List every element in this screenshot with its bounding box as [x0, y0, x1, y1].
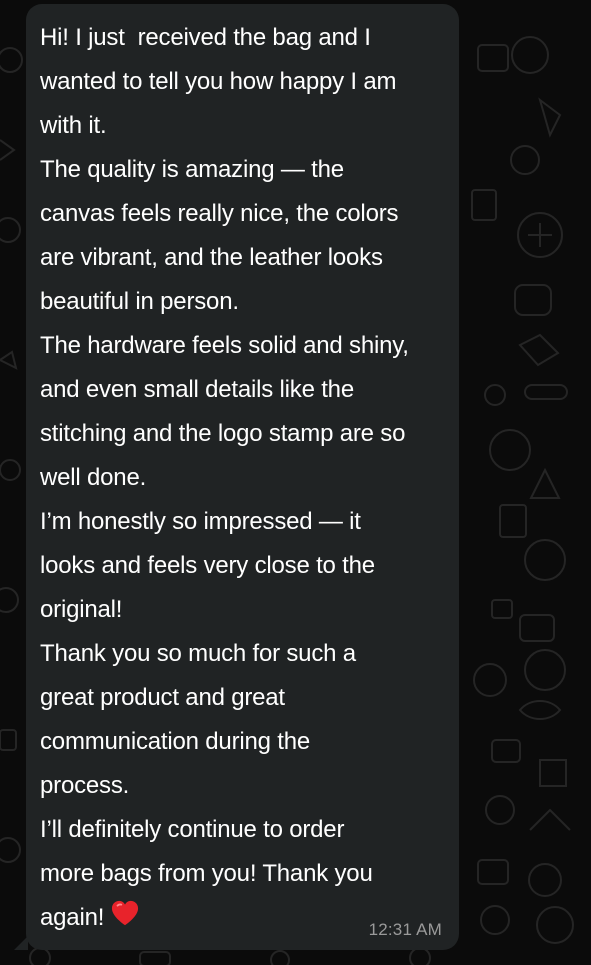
- message-line-text: again!: [40, 904, 105, 931]
- message-line: The hardware feels solid and shiny,: [40, 332, 409, 359]
- message-line: canvas feels really nice, the colors: [40, 200, 399, 227]
- message-text: Hi! I just received the bag and I wanted…: [40, 16, 445, 940]
- message-line: are vibrant, and the leather looks: [40, 244, 383, 271]
- message-timestamp: 12:31 AM: [368, 920, 442, 939]
- message-line: Thank you so much for such a: [40, 640, 356, 667]
- message-line: stitching and the logo stamp are so: [40, 420, 406, 447]
- message-line: communication during the: [40, 728, 311, 755]
- message-line: great product and great: [40, 684, 285, 711]
- message-line: wanted to tell you how happy I am: [40, 68, 397, 95]
- message-line: well done.: [40, 464, 147, 491]
- message-line: Hi! I just received the bag and I: [40, 24, 371, 51]
- message-line: more bags from you! Thank you: [40, 860, 373, 887]
- heart-icon: [112, 900, 139, 926]
- message-line: original!: [40, 596, 123, 623]
- message-line: beautiful in person.: [40, 288, 239, 315]
- message-line: The quality is amazing — the: [40, 156, 344, 183]
- message-bubble[interactable]: Hi! I just received the bag and I wanted…: [26, 4, 459, 950]
- message-line: I’m honestly so impressed — it: [40, 508, 361, 535]
- message-line: and even small details like the: [40, 376, 354, 403]
- bubble-tail: [14, 936, 28, 950]
- message-line: process.: [40, 772, 130, 799]
- message-line: looks and feels very close to the: [40, 552, 375, 579]
- message-line: with it.: [40, 112, 107, 139]
- message-line: I’ll definitely continue to order: [40, 816, 345, 843]
